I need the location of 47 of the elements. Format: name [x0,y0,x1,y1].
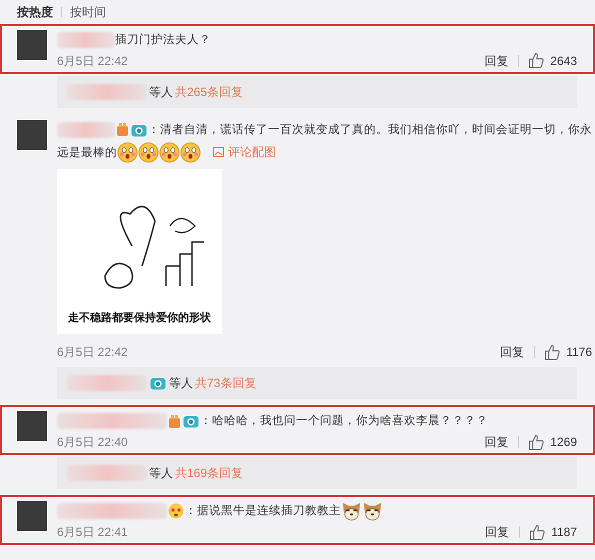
sort-tab[interactable]: 按时间 [70,3,106,21]
thumbs-up-icon [545,344,560,360]
like-button[interactable]: 1187 [530,522,577,542]
thumbs-up-icon [530,524,546,540]
surprised-emoji-icon [159,142,180,163]
dog-emoji-icon [362,500,383,522]
reply-summary-text: 等人 [149,84,173,101]
surprised-emoji-icon [117,142,138,163]
thumbs-up-icon [529,53,544,68]
comment-image[interactable]: 走不稳路都要保持爱你的形状 [57,169,222,334]
badge-icon [168,414,181,429]
surprised-emoji-icon [180,142,201,163]
avatar-placeholder[interactable] [17,120,47,150]
avatar-placeholder[interactable] [17,501,47,532]
reply-summary-text: 等人 [149,465,173,482]
avatar-placeholder[interactable] [17,30,47,60]
comment-text: ：据说黑牛是连续插刀教教主 [185,505,341,518]
like-button[interactable]: 1269 [529,432,577,452]
image-icon [213,147,224,158]
reply-button[interactable]: 回复 [485,522,510,542]
camera-icon [150,376,166,390]
blurred-username [57,32,115,48]
comment-time: 6月5日 22:42 [57,344,129,362]
image-caption: 走不稳路都要保持爱你的形状 [68,310,211,326]
dog-emoji-icon [341,500,362,522]
comment-time: 6月5日 22:41 [57,524,129,542]
comment-text: 远是最棒的 [57,146,117,158]
reply-summary-text: 等人 [169,375,193,392]
camera-icon [183,414,199,428]
heart-eyes-emoji-icon [168,503,184,520]
sort-tab[interactable]: 按热度 [17,3,53,21]
avatar-placeholder[interactable] [17,411,47,442]
camera-icon [131,122,147,137]
comment-text: ：哈哈哈，我也问一个问题，你为啥喜欢李晨？？？？ [200,415,488,428]
blurred-username [57,122,115,138]
like-button[interactable]: 2643 [529,50,577,71]
comment-text: ：清者自清，谎话传了一百次就变成了真的。我们相信你吖，时间会证明一切，你永 [148,124,592,136]
reply-button[interactable]: 回复 [484,432,508,452]
badge-icon [116,122,129,138]
comment-text: 插刀门护法夫人？ [115,34,211,46]
thumbs-up-icon [529,434,544,450]
surprised-emoji-icon [138,142,159,163]
like-button[interactable]: 1176 [545,342,592,362]
reply-button[interactable]: 回复 [484,50,508,71]
reply-button[interactable]: 回复 [500,342,524,362]
comment-time: 6月5日 22:42 [57,52,129,70]
comment-time: 6月5日 22:40 [57,434,129,452]
